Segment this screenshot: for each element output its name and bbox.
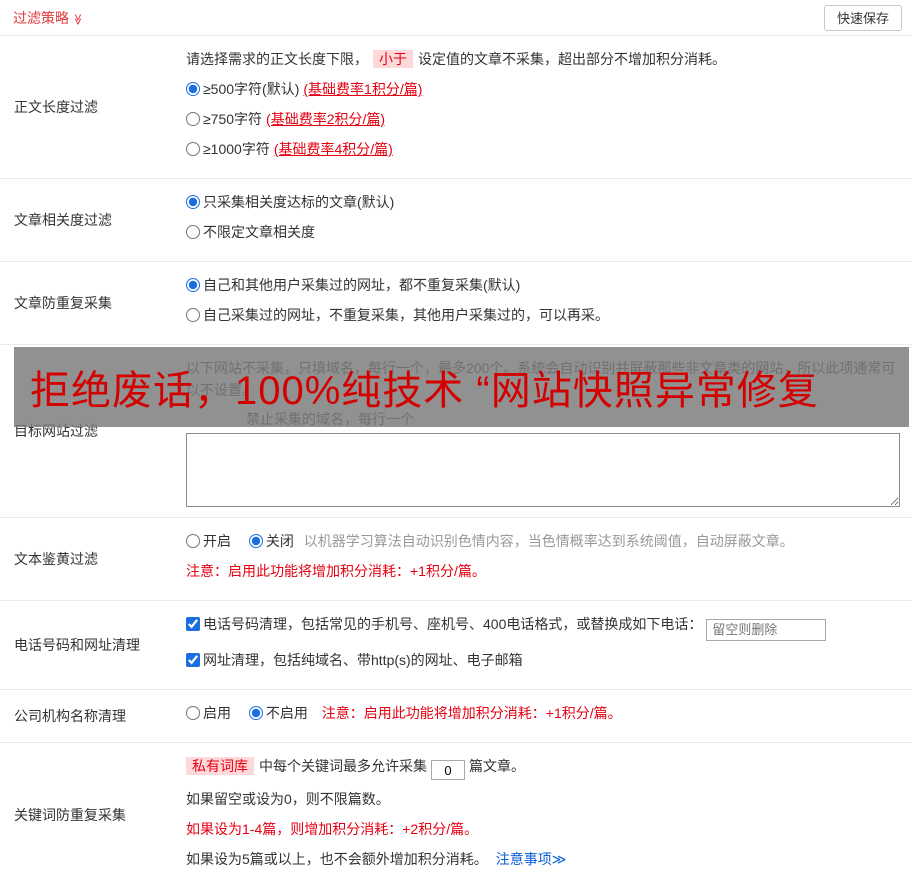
dedup-option-all-users-label: 自己和其他用户采集过的网址，都不重复采集(默认): [203, 277, 520, 293]
dedup-radio-all-users[interactable]: [186, 278, 200, 292]
relevance-option-any[interactable]: 不限定文章相关度: [186, 224, 315, 240]
chevron-down-icon: ≫: [71, 13, 84, 25]
section-company-name-cleanup: 公司机构名称清理 启用 不启用 注意：启用此功能将增加积分消耗：+1积分/篇。: [0, 690, 912, 743]
section-label: 电话号码和网址清理: [0, 601, 178, 689]
fee-rate-link-3[interactable]: (基础费率4积分/篇): [274, 141, 393, 157]
dedup-option-self-only[interactable]: 自己采集过的网址，不重复采集，其他用户采集过的，可以再采。: [186, 307, 609, 323]
notes-link[interactable]: 注意事项≫: [496, 851, 567, 867]
section-keyword-dedup: 关键词防重复采集 私有词库中每个关键词最多允许采集 篇文章。 如果留空或设为0，则…: [0, 743, 912, 888]
section-relevance-filter: 文章相关度过滤 只采集相关度达标的文章(默认) 不限定文章相关度: [0, 179, 912, 262]
keyword-line4: 如果设为5篇或以上，也不会额外增加积分消耗。: [186, 851, 488, 867]
section-dedup-collect: 文章防重复采集 自己和其他用户采集过的网址，都不重复采集(默认) 自己采集过的网…: [0, 262, 912, 345]
company-note: 注意：启用此功能将增加积分消耗：+1积分/篇。: [322, 705, 622, 721]
keyword-line1-text: 中每个关键词最多允许采集: [259, 758, 427, 774]
length-option-1000[interactable]: ≥1000字符: [186, 141, 270, 157]
company-option-on-label: 启用: [203, 705, 231, 721]
phone-cleanup-checkbox[interactable]: [186, 617, 200, 631]
length-radio-500[interactable]: [186, 82, 200, 96]
relevance-option-any-label: 不限定文章相关度: [203, 224, 315, 240]
porn-option-off-label: 关闭: [266, 533, 294, 549]
porn-option-off[interactable]: 关闭: [249, 533, 294, 549]
page-title-text: 过滤策略: [13, 10, 69, 26]
section-label: 公司机构名称清理: [0, 690, 178, 742]
url-cleanup-checkbox[interactable]: [186, 653, 200, 667]
porn-option-on-label: 开启: [203, 533, 231, 549]
keyword-line2: 如果留空或设为0，则不限篇数。: [186, 788, 904, 810]
relevance-radio-strict[interactable]: [186, 195, 200, 209]
section-label: 正文长度过滤: [0, 36, 178, 178]
company-radio-off[interactable]: [249, 706, 263, 720]
phone-cleanup-label: 电话号码清理，包括常见的手机号、座机号、400电话格式，或替换成如下电话：: [203, 616, 702, 632]
private-lexicon-badge: 私有词库: [186, 757, 254, 775]
length-intro-before: 请选择需求的正文长度下限，: [186, 51, 368, 67]
phone-cleanup-option[interactable]: 电话号码清理，包括常见的手机号、座机号、400电话格式，或替换成如下电话：: [186, 616, 702, 632]
max-articles-input[interactable]: [431, 760, 465, 780]
porn-option-on[interactable]: 开启: [186, 533, 231, 549]
url-cleanup-label: 网址清理，包括纯域名、带http(s)的网址、电子邮箱: [203, 652, 523, 668]
porn-radio-off[interactable]: [249, 534, 263, 548]
length-radio-750[interactable]: [186, 112, 200, 126]
section-phone-url-cleanup: 电话号码和网址清理 电话号码清理，包括常见的手机号、座机号、400电话格式，或替…: [0, 601, 912, 690]
keyword-line3: 如果设为1-4篇，则增加积分消耗：+2积分/篇。: [186, 818, 904, 840]
length-intro: 请选择需求的正文长度下限， 小于设定值的文章不采集，超出部分不增加积分消耗。: [186, 48, 904, 70]
less-than-badge: 小于: [373, 50, 413, 68]
section-body-length-filter: 正文长度过滤 请选择需求的正文长度下限， 小于设定值的文章不采集，超出部分不增加积…: [0, 36, 912, 179]
length-radio-1000[interactable]: [186, 142, 200, 156]
dedup-radio-self-only[interactable]: [186, 308, 200, 322]
blocked-domains-textarea[interactable]: [186, 433, 900, 507]
company-radio-on[interactable]: [186, 706, 200, 720]
top-bar: 过滤策略≫ 快速保存: [0, 0, 912, 36]
section-label: 文章相关度过滤: [0, 179, 178, 261]
section-label: 文本鉴黄过滤: [0, 518, 178, 600]
porn-radio-on[interactable]: [186, 534, 200, 548]
watermark-text: 拒绝废话，100%纯技术 “网站快照异常修复: [30, 358, 819, 416]
porn-desc: 以机器学习算法自动识别色情内容，当色情概率达到系统阈值，自动屏蔽文章。: [304, 533, 794, 549]
fee-rate-link-1[interactable]: (基础费率1积分/篇): [303, 81, 422, 97]
keyword-line1-tail: 篇文章。: [469, 758, 525, 774]
section-label: 文章防重复采集: [0, 262, 178, 344]
length-option-500[interactable]: ≥500字符(默认): [186, 81, 299, 97]
url-cleanup-option[interactable]: 网址清理，包括纯域名、带http(s)的网址、电子邮箱: [186, 652, 523, 668]
watermark-banner: 拒绝废话，100%纯技术 “网站快照异常修复: [14, 347, 909, 427]
company-option-off[interactable]: 不启用: [249, 705, 308, 721]
length-intro-after: 设定值的文章不采集，超出部分不增加积分消耗。: [418, 51, 726, 67]
quick-save-button[interactable]: 快速保存: [824, 5, 902, 31]
section-porn-filter: 文本鉴黄过滤 开启 关闭 以机器学习算法自动识别色情内容，当色情概率达到系统阈值…: [0, 518, 912, 601]
page-title[interactable]: 过滤策略≫: [13, 8, 84, 28]
company-option-off-label: 不启用: [266, 705, 308, 721]
length-option-500-label: ≥500字符(默认): [203, 81, 299, 97]
company-option-on[interactable]: 启用: [186, 705, 231, 721]
relevance-option-strict[interactable]: 只采集相关度达标的文章(默认): [186, 194, 394, 210]
replacement-phone-input[interactable]: [706, 619, 826, 641]
length-option-1000-label: ≥1000字符: [203, 141, 270, 157]
length-option-750-label: ≥750字符: [203, 111, 262, 127]
section-label: 关键词防重复采集: [0, 743, 178, 888]
fee-rate-link-2[interactable]: (基础费率2积分/篇): [266, 111, 385, 127]
dedup-option-all-users[interactable]: 自己和其他用户采集过的网址，都不重复采集(默认): [186, 277, 520, 293]
relevance-radio-any[interactable]: [186, 225, 200, 239]
length-option-750[interactable]: ≥750字符: [186, 111, 262, 127]
dedup-option-self-only-label: 自己采集过的网址，不重复采集，其他用户采集过的，可以再采。: [203, 307, 609, 323]
relevance-option-strict-label: 只采集相关度达标的文章(默认): [203, 194, 394, 210]
porn-note: 注意：启用此功能将增加积分消耗：+1积分/篇。: [186, 560, 904, 582]
